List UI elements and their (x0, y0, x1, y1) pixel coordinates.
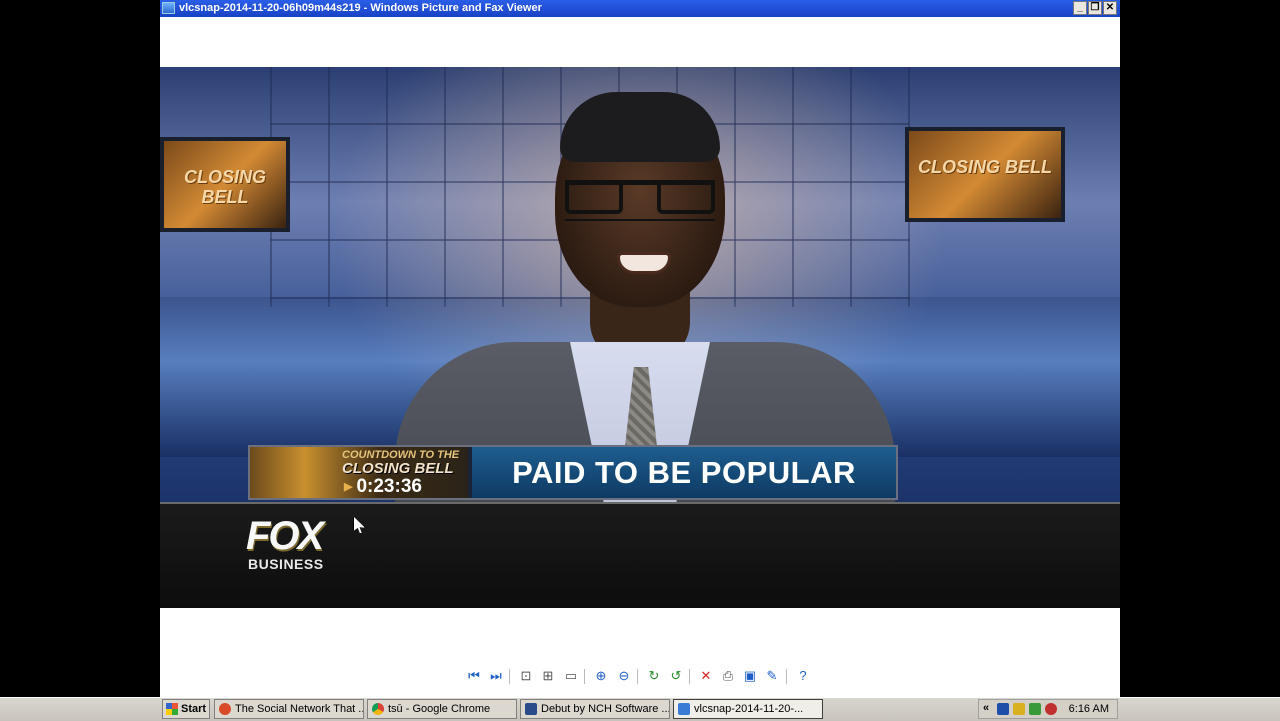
chrome-icon (372, 703, 384, 715)
toolbar-separator (509, 669, 510, 684)
toolbar-separator (786, 669, 787, 684)
anchor-glasses (565, 180, 715, 221)
close-button[interactable]: ✕ (1103, 1, 1117, 15)
taskbar-item-debut[interactable]: Debut by NCH Software ... (520, 699, 670, 719)
minimize-button[interactable]: _ (1073, 1, 1087, 15)
taskbar-item-picture-viewer[interactable]: vlcsnap-2014-11-20-... (673, 699, 823, 719)
help-icon[interactable]: ? (794, 667, 812, 685)
antivirus-icon[interactable] (1029, 703, 1041, 715)
actual-size-icon[interactable]: ⊞ (539, 667, 557, 685)
studio-monitor-left: CLOSING BELL (160, 137, 290, 232)
toolbar-separator (689, 669, 690, 684)
chrome-tray-icon[interactable] (1045, 703, 1057, 715)
edit-icon[interactable]: ✎ (763, 667, 781, 685)
zoom-in-icon[interactable]: ⊕ (592, 667, 610, 685)
window-title: vlcsnap-2014-11-20-06h09m44s219 - Window… (179, 2, 542, 14)
countdown-timer: ▶ 0:23:36 (344, 477, 422, 497)
slideshow-icon[interactable]: ▭ (562, 667, 580, 685)
studio-monitor-right: CLOSING BELL (905, 127, 1065, 222)
show-name: CLOSING BELL (342, 460, 454, 477)
monitor-left-text: CLOSING BELL (183, 167, 266, 208)
fox-business-logo: FOX BUSINESS (246, 516, 366, 576)
background-right (1120, 0, 1280, 697)
firefox-icon (219, 703, 231, 715)
previous-icon[interactable]: ⏮ (465, 667, 483, 685)
task-label: Debut by NCH Software ... (541, 703, 670, 715)
system-tray: « 6:16 AM (978, 699, 1118, 719)
rotate-ccw-icon[interactable]: ↺ (667, 667, 685, 685)
monitor-right-text: CLOSING BELL (918, 157, 1052, 178)
zoom-out-icon[interactable]: ⊖ (615, 667, 633, 685)
best-fit-icon[interactable]: ⊡ (517, 667, 535, 685)
clock: 6:16 AM (1068, 703, 1109, 715)
windows-flag-icon (166, 703, 178, 715)
delete-icon[interactable]: ✕ (697, 667, 715, 685)
task-label: The Social Network That ... (235, 703, 364, 715)
play-icon: ▶ (344, 481, 353, 493)
title-bar[interactable]: vlcsnap-2014-11-20-06h09m44s219 - Window… (160, 0, 1120, 17)
taskbar-item-social-network[interactable]: The Social Network That ... (214, 699, 364, 719)
anchor-hair (560, 92, 720, 162)
task-label: tsū - Google Chrome (388, 703, 491, 715)
save-icon[interactable]: ▣ (741, 667, 759, 685)
displayed-image: CLOSING BELL CLOSING BELL COUNTDOWN TO T… (160, 67, 1120, 608)
task-label: vlcsnap-2014-11-20-... (694, 703, 804, 715)
start-button[interactable]: Start (162, 699, 210, 719)
anchor-mouth (617, 252, 671, 274)
security-shield-icon[interactable] (1013, 703, 1025, 715)
print-icon[interactable]: ⎙ (719, 667, 737, 685)
countdown-panel: COUNTDOWN TO THE CLOSING BELL ▶ 0:23:36 (250, 447, 468, 498)
restore-button[interactable]: ❐ (1088, 1, 1102, 15)
tray-expand-icon[interactable]: « (983, 702, 989, 714)
logo-sub: BUSINESS (248, 556, 324, 572)
debut-icon (525, 703, 537, 715)
taskbar: Start The Social Network That ... tsū - … (0, 697, 1280, 721)
rotate-cw-icon[interactable]: ↻ (645, 667, 663, 685)
toolbar-separator (584, 669, 585, 684)
app-icon (162, 2, 175, 14)
taskbar-item-chrome[interactable]: tsū - Google Chrome (367, 699, 517, 719)
logo-word: FOX (246, 514, 324, 558)
toolbar-separator (637, 669, 638, 684)
picture-viewer-window: vlcsnap-2014-11-20-06h09m44s219 - Window… (160, 0, 1120, 697)
bottom-banner: FOX BUSINESS (160, 502, 1120, 608)
next-icon[interactable]: ⏭ (487, 667, 505, 685)
timer-value: 0:23:36 (356, 476, 422, 497)
network-icon[interactable] (997, 703, 1009, 715)
start-label: Start (181, 703, 207, 715)
lower-third-graphic: COUNTDOWN TO THE CLOSING BELL ▶ 0:23:36 P… (248, 445, 898, 500)
headline: PAID TO BE POPULAR (472, 447, 896, 498)
picture-viewer-icon (678, 703, 690, 715)
